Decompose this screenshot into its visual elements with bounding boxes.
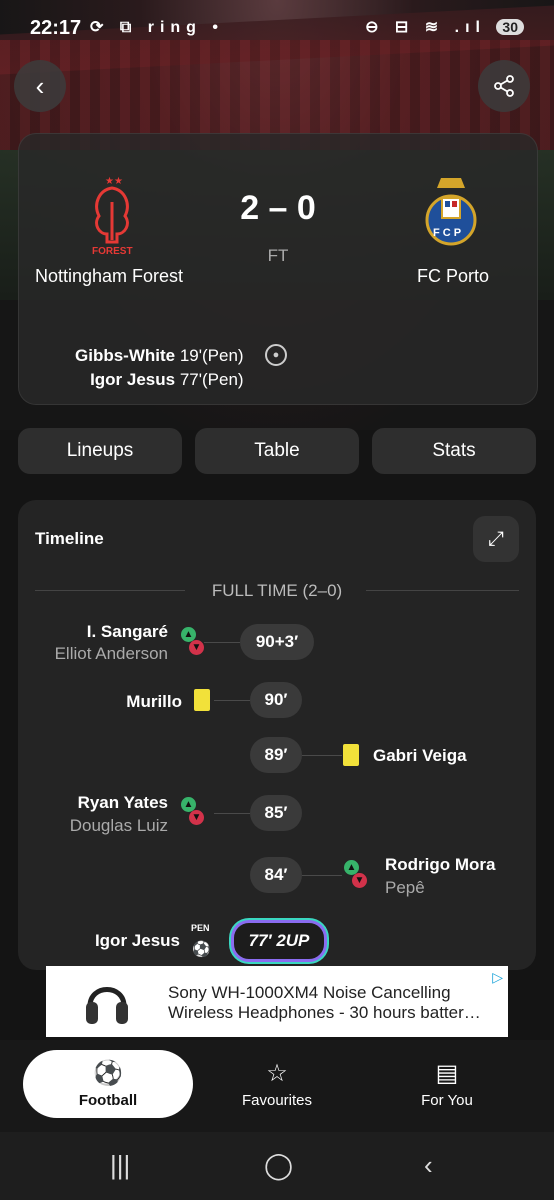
expand-button[interactable]: ⤢ — [473, 516, 519, 562]
timeline-title: Timeline — [35, 529, 104, 548]
system-icons: ⊖ ⊟ ≋ .ıl — [365, 19, 486, 36]
yellow-card-icon — [343, 744, 359, 766]
ad-line-1: Sony WH-1000XM4 Noise Cancelling — [168, 983, 451, 1002]
score-card: ★★ FOREST Nottingham Forest F C P FC Por… — [18, 133, 538, 405]
tab-stats[interactable]: Stats — [372, 428, 536, 474]
match-tabs: Lineups Table Stats — [18, 428, 536, 474]
player-name[interactable]: Murillo — [126, 692, 182, 712]
nav-label: Football — [78, 1091, 138, 1109]
recent-apps-icon[interactable]: ||| — [110, 1150, 130, 1181]
goal-minute-badge[interactable]: 77′ 2UP — [231, 920, 327, 962]
match-score: 2 – 0 — [240, 189, 316, 227]
nav-label: Favourites — [241, 1091, 313, 1109]
event-minute: 89′ — [250, 737, 302, 773]
scorer-row: Gibbs-White 19'(Pen) — [75, 344, 244, 368]
nav-for-you[interactable]: ▤ For You — [362, 1050, 532, 1118]
ad-line-2: Wireless Headphones - 30 hours batter… — [168, 1003, 481, 1022]
battery-indicator: 30 — [496, 19, 524, 35]
scorer-row: Igor Jesus 77'(Pen) — [75, 368, 244, 392]
sub-out-player[interactable]: Elliot Anderson — [55, 644, 168, 664]
svg-text:★★: ★★ — [105, 176, 123, 187]
system-status-icons: ⊖ ⊟ ≋ .ıl 30 — [365, 17, 524, 37]
substitution-icon: ▲ ▼ — [344, 860, 367, 894]
football-goal-icon: ● — [265, 344, 287, 366]
ad-banner[interactable]: Sony WH-1000XM4 Noise Cancelling Wireles… — [46, 966, 508, 1037]
fulltime-label: FULL TIME (2–0) — [211, 581, 343, 600]
scorer-detail: 77'(Pen) — [179, 370, 244, 389]
for-you-icon: ▤ — [435, 1059, 459, 1087]
sub-in-player[interactable]: Rodrigo Mora — [385, 855, 496, 875]
bottom-navigation: ⚽ Football ☆ Favourites ▤ For You — [0, 1040, 554, 1132]
back-button[interactable]: ‹ — [14, 60, 66, 112]
scorer-name: Igor Jesus — [90, 370, 176, 389]
away-team-name[interactable]: FC Porto — [417, 266, 489, 287]
nav-football[interactable]: ⚽ Football — [23, 1050, 193, 1118]
sub-in-player[interactable]: I. Sangaré — [87, 622, 168, 642]
share-button[interactable] — [478, 60, 530, 112]
tab-lineups[interactable]: Lineups — [18, 428, 182, 474]
goal-scorers: Gibbs-White 19'(Pen) Igor Jesus 77'(Pen) — [75, 344, 244, 392]
goal-scorer-name[interactable]: Igor Jesus — [95, 931, 180, 951]
scorer-detail: 19'(Pen) — [179, 346, 244, 365]
star-icon: ☆ — [266, 1059, 288, 1087]
share-icon — [494, 75, 514, 97]
nav-label: For You — [421, 1091, 473, 1109]
goal-ball-icon: ⚽ — [192, 941, 211, 958]
penalty-tag: PEN — [191, 923, 210, 933]
substitution-icon: ▲ ▼ — [181, 797, 204, 831]
svg-text:F C P: F C P — [433, 227, 461, 239]
home-icon[interactable]: ◯ — [264, 1150, 293, 1181]
event-minute: 85′ — [250, 795, 302, 831]
divider — [366, 590, 519, 591]
event-minute: 90+3′ — [240, 624, 314, 660]
event-minute: 90′ — [250, 682, 302, 718]
tab-table[interactable]: Table — [195, 428, 359, 474]
sub-in-player[interactable]: Ryan Yates — [78, 793, 168, 813]
home-team-name[interactable]: Nottingham Forest — [35, 266, 183, 287]
timeline-card: Timeline ⤢ FULL TIME (2–0) I. Sangaré El… — [18, 500, 536, 970]
status-time: 22:17 — [30, 17, 82, 39]
sub-out-player[interactable]: Pepê — [385, 878, 425, 898]
chevron-left-icon: ‹ — [35, 70, 45, 101]
match-status: FT — [267, 246, 289, 265]
adchoices-icon[interactable]: ▷ — [492, 969, 503, 986]
football-icon: ⚽ — [93, 1059, 123, 1087]
player-name[interactable]: Gabri Veiga — [373, 746, 467, 766]
yellow-card-icon — [194, 689, 210, 711]
nav-favourites[interactable]: ☆ Favourites — [192, 1050, 362, 1118]
status-bar: 22:17 ⟳ ⧉ ring • ⊖ ⊟ ≋ .ıl 30 — [0, 0, 554, 58]
system-navigation-bar: ||| ◯ ‹ — [0, 1132, 554, 1200]
ad-text[interactable]: Sony WH-1000XM4 Noise Cancelling Wireles… — [168, 983, 481, 1023]
substitution-icon: ▲ ▼ — [181, 627, 204, 661]
notification-icons: ⟳ ⧉ ring • — [90, 19, 224, 36]
scorer-name: Gibbs-White — [75, 346, 176, 365]
expand-icon: ⤢ — [488, 527, 504, 550]
event-minute: 84′ — [250, 857, 302, 893]
headphones-icon — [86, 987, 128, 1024]
back-nav-icon[interactable]: ‹ — [424, 1150, 433, 1181]
sub-out-player[interactable]: Douglas Luiz — [70, 816, 168, 836]
